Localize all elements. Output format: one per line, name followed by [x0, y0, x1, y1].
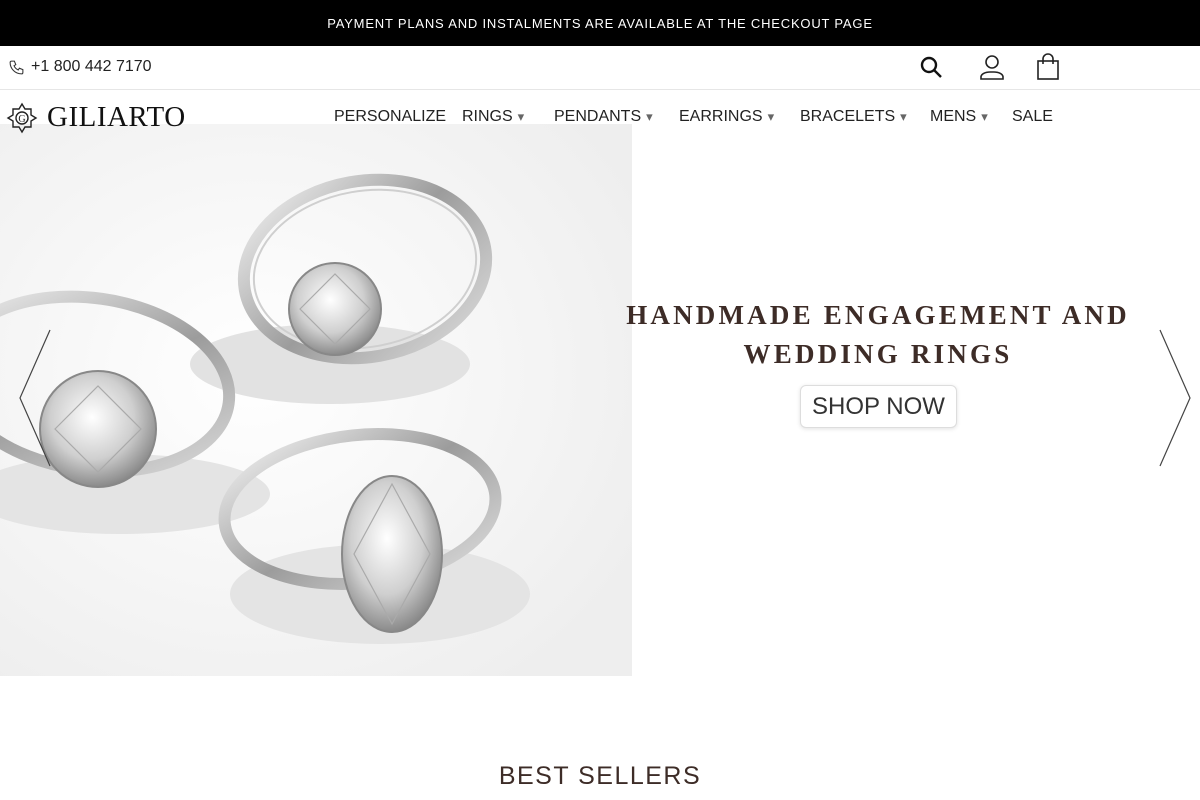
search-icon[interactable]: [916, 52, 946, 82]
nav-bracelets[interactable]: BRACELETS ▾: [800, 108, 907, 126]
nav-personalize[interactable]: PERSONALIZE: [334, 108, 446, 126]
previous-slide-arrow-icon[interactable]: [16, 328, 52, 468]
hero-slider: HANDMADE ENGAGEMENT AND WEDDING RINGS SH…: [0, 124, 1200, 676]
next-slide-arrow-icon[interactable]: [1158, 328, 1194, 468]
utility-bar: +1 800 442 7170: [0, 46, 1200, 90]
announcement-bar: PAYMENT PLANS AND INSTALMENTS ARE AVAILA…: [0, 0, 1200, 46]
brand-logo[interactable]: G GILIARTO: [6, 101, 186, 134]
announcement-text: PAYMENT PLANS AND INSTALMENTS ARE AVAILA…: [327, 15, 873, 31]
brand-name: GILIARTO: [47, 101, 186, 133]
chevron-down-icon: ▾: [646, 109, 653, 124]
nav-sale[interactable]: SALE: [1012, 108, 1053, 126]
logo-mark-icon: G: [6, 102, 38, 133]
chevron-down-icon: ▾: [981, 109, 988, 124]
chevron-down-icon: ▾: [517, 109, 525, 124]
shop-now-button[interactable]: SHOP NOW: [800, 385, 957, 428]
best-sellers-heading: BEST SELLERS: [498, 762, 702, 790]
phone-icon: [9, 60, 24, 74]
cart-bag-icon[interactable]: [1033, 52, 1063, 82]
svg-text:G: G: [18, 114, 25, 125]
nav-earrings[interactable]: EARRINGS ▾: [679, 108, 774, 126]
main-nav: G GILIARTO PERSONALIZE RINGS ▾ PENDANTS ▾ …: [0, 90, 1200, 146]
nav-pendants[interactable]: PENDANTS ▾: [554, 108, 653, 126]
hero-heading: HANDMADE ENGAGEMENT AND WEDDING RINGS: [626, 300, 1130, 369]
nav-rings[interactable]: RINGS ▾: [462, 108, 524, 126]
hero-rings-image: [0, 124, 632, 676]
chevron-down-icon: ▾: [767, 109, 775, 124]
phone-link[interactable]: +1 800 442 7170: [8, 58, 152, 76]
chevron-down-icon: ▾: [900, 109, 907, 124]
phone-number: +1 800 442 7170: [31, 58, 152, 75]
nav-mens[interactable]: MENS ▾: [930, 108, 988, 126]
account-icon[interactable]: [977, 52, 1007, 82]
